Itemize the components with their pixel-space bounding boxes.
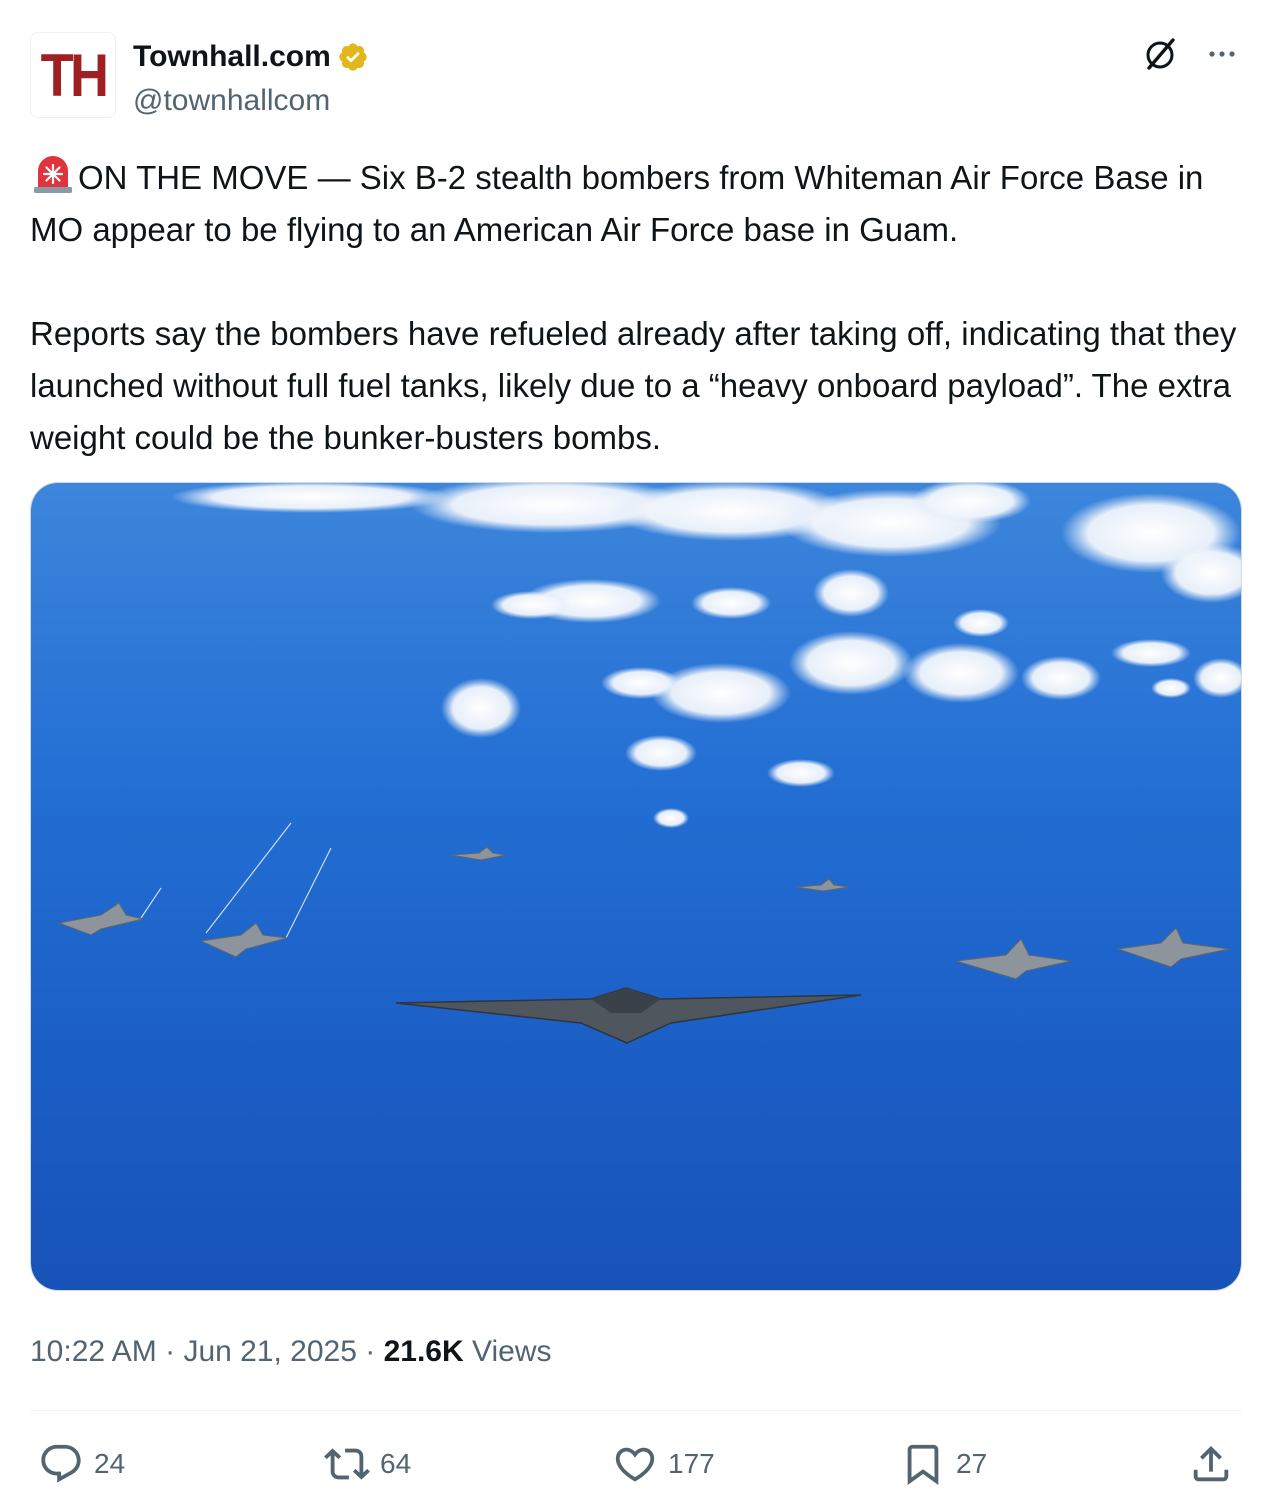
tweet-paragraph-1-text: ON THE MOVE — Six B-2 stealth bombers fr…	[30, 159, 1204, 248]
timestamp-time[interactable]: 10:22 AM	[30, 1335, 157, 1368]
bomber-formation-photo	[31, 483, 1241, 1290]
tweet-paragraph-2: Reports say the bombers have refueled al…	[30, 315, 1237, 456]
heart-icon	[615, 1447, 655, 1482]
grok-icon[interactable]	[1140, 34, 1180, 74]
timestamp-date[interactable]: Jun 21, 2025	[183, 1335, 356, 1368]
reply-count: 24	[94, 1448, 126, 1479]
like-count: 177	[668, 1448, 715, 1479]
tweet-header: TH Townhall.com @townhallcom	[30, 32, 1242, 120]
author-block: Townhall.com @townhallcom	[133, 36, 369, 122]
bookmark-count: 27	[956, 1448, 988, 1479]
avatar-logo-text: TH	[40, 41, 109, 109]
views-label: Views	[472, 1335, 552, 1368]
action-bar: 24 64 177 27	[30, 1432, 1242, 1496]
display-name[interactable]: Townhall.com	[133, 36, 331, 78]
reply-button[interactable]: 24	[38, 1432, 125, 1496]
views-count: 21.6K	[383, 1335, 464, 1368]
tweet-text: ON THE MOVE — Six B-2 stealth bombers fr…	[30, 152, 1242, 464]
meta-separator: ·	[156, 1335, 184, 1368]
tweet-meta: 10:22 AM · Jun 21, 2025 · 21.6K Views	[30, 1330, 551, 1374]
verified-badge-icon	[339, 43, 367, 71]
repost-count: 64	[380, 1448, 412, 1479]
reply-icon	[41, 1444, 81, 1483]
repost-icon	[324, 1448, 370, 1480]
like-button[interactable]: 177	[612, 1432, 715, 1496]
divider	[30, 1410, 1242, 1411]
bookmark-icon	[907, 1444, 939, 1485]
bookmark-button[interactable]: 27	[900, 1432, 987, 1496]
repost-button[interactable]: 64	[324, 1432, 411, 1496]
tweet-media-photo[interactable]	[30, 482, 1242, 1291]
avatar[interactable]: TH	[30, 32, 116, 118]
share-icon	[1193, 1445, 1229, 1482]
more-icon[interactable]	[1202, 34, 1242, 74]
siren-emoji-icon	[34, 156, 72, 193]
handle[interactable]: @townhallcom	[133, 80, 369, 122]
tweet-paragraph-1: ON THE MOVE — Six B-2 stealth bombers fr…	[30, 152, 1242, 256]
meta-separator: ·	[356, 1335, 384, 1368]
display-name-row[interactable]: Townhall.com	[133, 36, 369, 78]
share-button[interactable]	[1188, 1432, 1234, 1496]
